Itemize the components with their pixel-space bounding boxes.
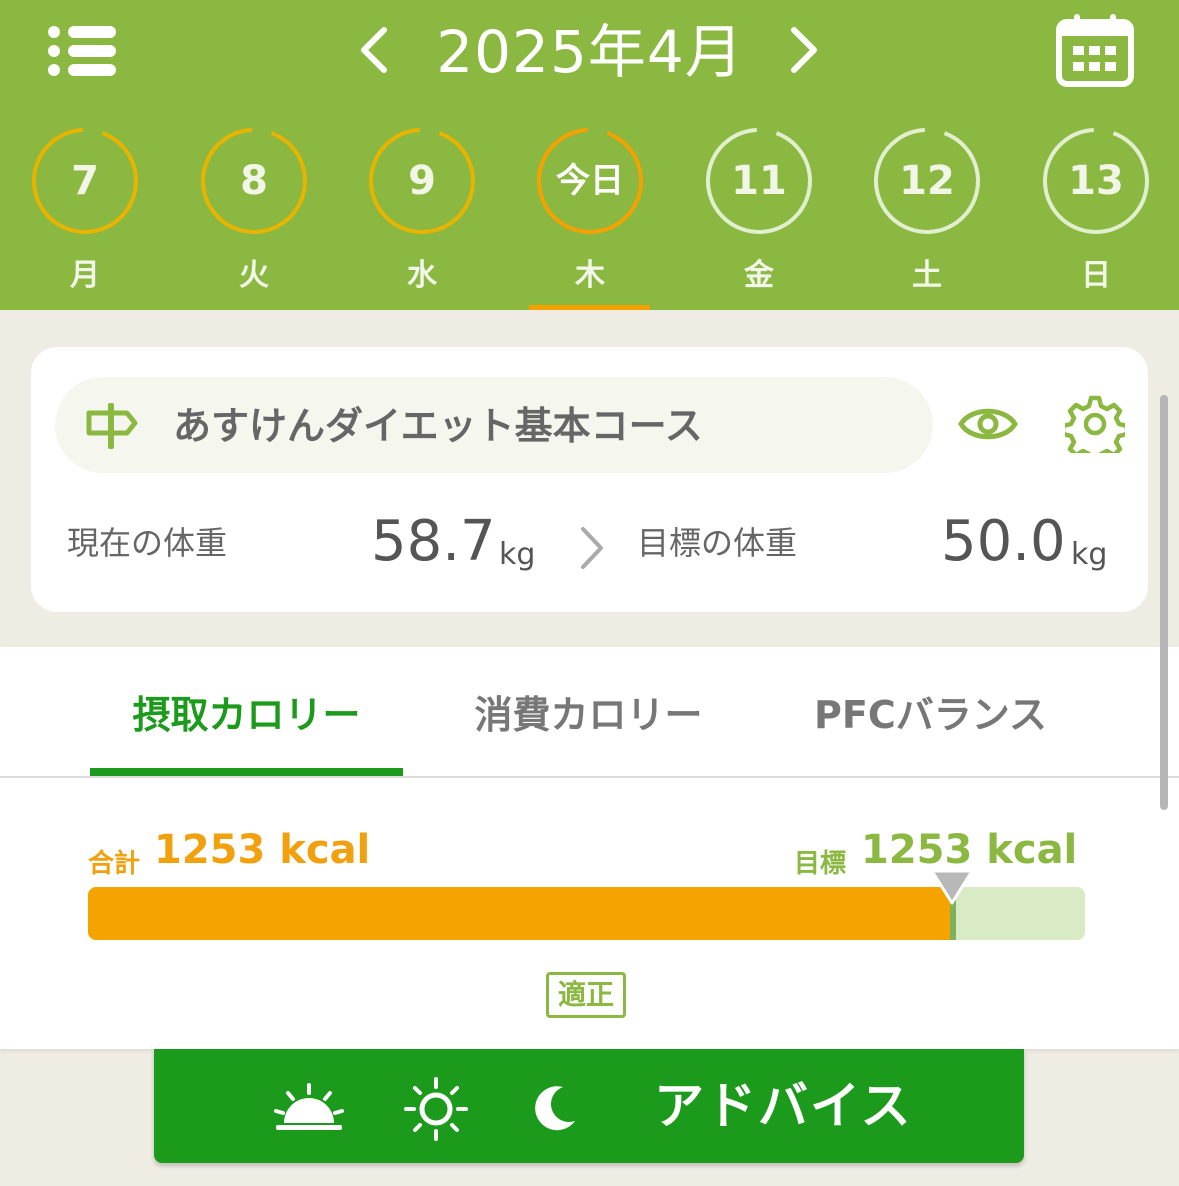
day-number: 7 xyxy=(71,158,99,204)
goal-label: 目標 xyxy=(794,849,847,879)
day-item-13[interactable]: 13 日 xyxy=(1035,124,1155,310)
day-weekday: 火 xyxy=(239,258,269,293)
advice-bar[interactable]: アドバイス xyxy=(154,1049,1024,1163)
day-item-11[interactable]: 11 金 xyxy=(698,124,818,310)
day-number: 8 xyxy=(240,158,268,204)
day-weekday: 水 xyxy=(407,258,437,293)
day-weekday: 月 xyxy=(70,258,100,293)
sun-icon[interactable] xyxy=(402,1077,470,1145)
current-weight-label: 現在の体重 xyxy=(67,524,228,562)
calorie-panel: 摂取カロリー 消費カロリー PFCバランス 合計 1253 kcal 目標 12… xyxy=(0,647,1179,1049)
day-number: 13 xyxy=(1068,158,1124,204)
course-card: あすけんダイエット基本コース 現在の体重 58.7 kg 目標の体重 50.0 … xyxy=(31,347,1148,612)
active-tab-indicator xyxy=(90,768,403,776)
tab-intake-calories[interactable]: 摂取カロリー xyxy=(90,687,403,743)
scrollbar[interactable] xyxy=(1160,395,1168,810)
list-menu-icon[interactable] xyxy=(44,20,120,80)
calorie-progress-fill xyxy=(88,887,950,940)
total-value: 1253 kcal xyxy=(154,827,371,873)
moon-icon[interactable] xyxy=(529,1083,579,1137)
sunrise-icon[interactable] xyxy=(274,1081,344,1135)
eye-icon[interactable] xyxy=(957,399,1019,449)
day-number: 11 xyxy=(731,158,787,204)
current-weight-value: 58.7 xyxy=(371,509,496,574)
day-item-8[interactable]: 8 火 xyxy=(193,124,313,310)
chevron-right-icon xyxy=(575,523,609,573)
day-weekday: 日 xyxy=(1081,258,1111,293)
today-indicator xyxy=(529,305,650,310)
signpost-icon xyxy=(83,401,139,451)
target-weight-unit: kg xyxy=(1071,537,1108,572)
app-header: 2025年4月 7 月 8 火 9 水 今日 木 11 金 12 土 13 日 xyxy=(0,0,1179,310)
day-weekday: 金 xyxy=(744,258,774,293)
course-name: あすけんダイエット基本コース xyxy=(173,404,703,448)
status-badge: 適正 xyxy=(546,972,626,1018)
prev-month-chevron-icon[interactable] xyxy=(352,22,396,78)
day-number: 9 xyxy=(408,158,436,204)
day-item-7[interactable]: 7 月 xyxy=(24,124,144,310)
target-weight-value: 50.0 xyxy=(941,509,1066,574)
goal-value: 1253 kcal xyxy=(861,827,1078,873)
day-item-9[interactable]: 9 水 xyxy=(361,124,481,310)
day-item-12[interactable]: 12 土 xyxy=(866,124,986,310)
next-month-chevron-icon[interactable] xyxy=(782,22,826,78)
day-item-today[interactable]: 今日 木 xyxy=(529,124,649,310)
day-number: 今日 xyxy=(556,161,624,201)
day-weekday: 木 xyxy=(575,258,605,293)
calorie-tabs: 摂取カロリー 消費カロリー PFCバランス xyxy=(0,647,1179,778)
target-weight-label: 目標の体重 xyxy=(637,524,798,562)
week-day-selector: 7 月 8 火 9 水 今日 木 11 金 12 土 13 日 xyxy=(0,124,1179,310)
day-number: 12 xyxy=(899,158,955,204)
tab-pfc-balance[interactable]: PFCバランス xyxy=(774,687,1087,743)
course-selector[interactable]: あすけんダイエット基本コース xyxy=(55,377,933,473)
month-title: 2025年4月 xyxy=(436,18,744,86)
tab-burned-calories[interactable]: 消費カロリー xyxy=(432,687,745,743)
day-weekday: 土 xyxy=(912,258,942,293)
calendar-icon[interactable] xyxy=(1054,12,1136,88)
current-weight-unit: kg xyxy=(499,537,536,572)
gear-icon[interactable] xyxy=(1060,395,1130,465)
total-label: 合計 xyxy=(88,849,141,879)
goal-marker-triangle-icon xyxy=(930,869,974,905)
advice-label: アドバイス xyxy=(654,1077,913,1135)
